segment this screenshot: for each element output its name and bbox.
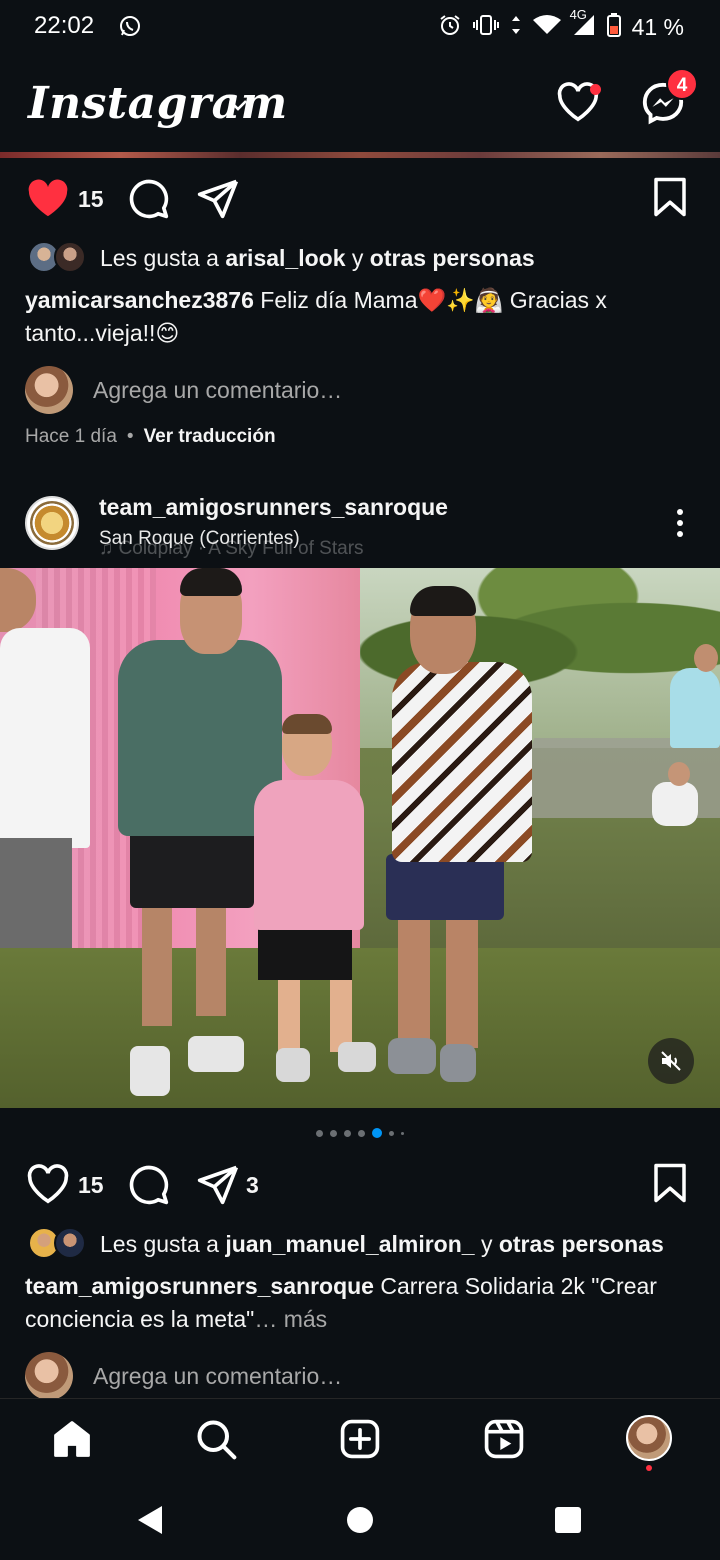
post2-likes-count[interactable]: 15 [78, 1172, 104, 1199]
separator: • [126, 426, 134, 447]
chevron-down-icon[interactable] [228, 98, 248, 117]
comment-icon[interactable] [126, 176, 170, 225]
likes-mid: y [474, 1230, 499, 1257]
post1-likes-count[interactable]: 15 [78, 186, 104, 213]
post-location[interactable]: San Roque (Corrientes) [99, 528, 300, 550]
share-icon[interactable] [196, 1162, 240, 1211]
muted-speaker-icon[interactable] [648, 1038, 694, 1084]
likes-prefix: Les gusta a [100, 244, 226, 271]
liker-avatars [28, 1227, 90, 1261]
wifi-icon [532, 13, 562, 42]
vibrate-icon [472, 13, 500, 42]
home-icon[interactable] [50, 1417, 94, 1466]
carousel-dot [389, 1130, 394, 1136]
carousel-dot [401, 1131, 404, 1135]
avatar [54, 1227, 86, 1259]
caption-username[interactable]: team_amigosrunners_sanroque [25, 1273, 374, 1299]
comment-input[interactable]: Agrega un comentario… [93, 377, 342, 404]
status-icons: 4G 41 % [438, 7, 684, 43]
messages-badge: 4 [666, 68, 698, 100]
share-icon[interactable] [196, 176, 240, 225]
avatar [54, 241, 86, 273]
likes-others[interactable]: otras personas [370, 245, 535, 272]
back-icon[interactable] [136, 1504, 166, 1541]
post1-add-comment[interactable]: Agrega un comentario… [25, 365, 695, 415]
home-button-icon[interactable] [346, 1506, 374, 1539]
signal-icon: 4G [570, 7, 596, 42]
search-icon[interactable] [194, 1417, 238, 1466]
avatar [25, 366, 73, 414]
bookmark-icon[interactable] [652, 176, 688, 223]
liker-username[interactable]: arisal_look [225, 245, 345, 272]
bottom-navigation [0, 1398, 720, 1478]
avatar [25, 1352, 73, 1400]
like-filled-icon[interactable] [26, 178, 70, 223]
whatsapp-icon [118, 14, 142, 43]
carousel-dot-active [372, 1128, 382, 1138]
bookmark-icon[interactable] [652, 1162, 688, 1209]
likes-prefix: Les gusta a [100, 1230, 226, 1257]
more-options-icon[interactable] [672, 508, 688, 543]
post2-actions: 15 3 [0, 1154, 720, 1214]
carousel-indicator [0, 1128, 720, 1138]
battery-icon [606, 12, 622, 43]
post2-shares-count[interactable]: 3 [246, 1172, 259, 1199]
post1-caption[interactable]: yamicarsanchez3876 Feliz día Mama❤️✨👰 Gr… [25, 284, 695, 350]
status-bar: 22:02 4G 41 % [0, 0, 720, 56]
post-username[interactable]: team_amigosrunners_sanroque [99, 494, 448, 521]
post-time: Hace 1 día [25, 426, 117, 447]
post2-add-comment[interactable]: Agrega un comentario… [25, 1351, 695, 1401]
alarm-icon [438, 13, 462, 42]
liker-avatars [28, 241, 90, 275]
liker-username[interactable]: juan_manuel_almiron_ [225, 1231, 474, 1258]
reels-icon[interactable] [482, 1417, 526, 1466]
comment-input[interactable]: Agrega un comentario… [93, 1363, 342, 1390]
caption-username[interactable]: yamicarsanchez3876 [25, 287, 254, 313]
caption-more-link[interactable]: … más [254, 1306, 327, 1332]
status-time: 22:02 [34, 12, 95, 39]
carousel-dot [344, 1129, 351, 1137]
likes-others[interactable]: otras personas [499, 1231, 664, 1258]
data-arrows-icon [510, 13, 522, 42]
carousel-dot [330, 1129, 337, 1137]
battery-percent: 41 % [631, 14, 684, 40]
comment-icon[interactable] [126, 1162, 170, 1211]
carousel-dot [358, 1129, 365, 1137]
system-navigation-bar [0, 1478, 720, 1560]
instagram-logo[interactable]: Instagram [28, 78, 288, 129]
notification-dot [590, 84, 601, 95]
see-translation-link[interactable]: Ver traducción [144, 426, 276, 448]
network-type: 4G [569, 7, 587, 22]
post2-liked-by[interactable]: Les gusta a juan_manuel_almiron_ y otras… [28, 1226, 708, 1262]
post1-actions: 15 [0, 168, 720, 228]
previous-post-image-edge [0, 152, 720, 158]
app-header: Instagram 4 [0, 60, 720, 152]
profile-notification-dot [646, 1465, 652, 1471]
profile-avatar[interactable] [626, 1415, 672, 1461]
post1-liked-by[interactable]: Les gusta a arisal_look y otras personas [28, 240, 708, 276]
post-media-video[interactable] [0, 568, 720, 1108]
carousel-dot [316, 1129, 323, 1137]
post2-caption[interactable]: team_amigosrunners_sanroque Carrera Soli… [25, 1270, 695, 1336]
recents-icon[interactable] [554, 1506, 582, 1539]
post1-meta: Hace 1 día • Ver traducción [25, 426, 276, 448]
post2-header: ♫ Coldplay · A Sky Full of Stars team_am… [0, 490, 720, 560]
likes-mid: y [345, 244, 370, 271]
like-icon[interactable] [26, 1164, 70, 1209]
avatar[interactable] [25, 496, 79, 550]
create-post-icon[interactable] [338, 1417, 382, 1466]
